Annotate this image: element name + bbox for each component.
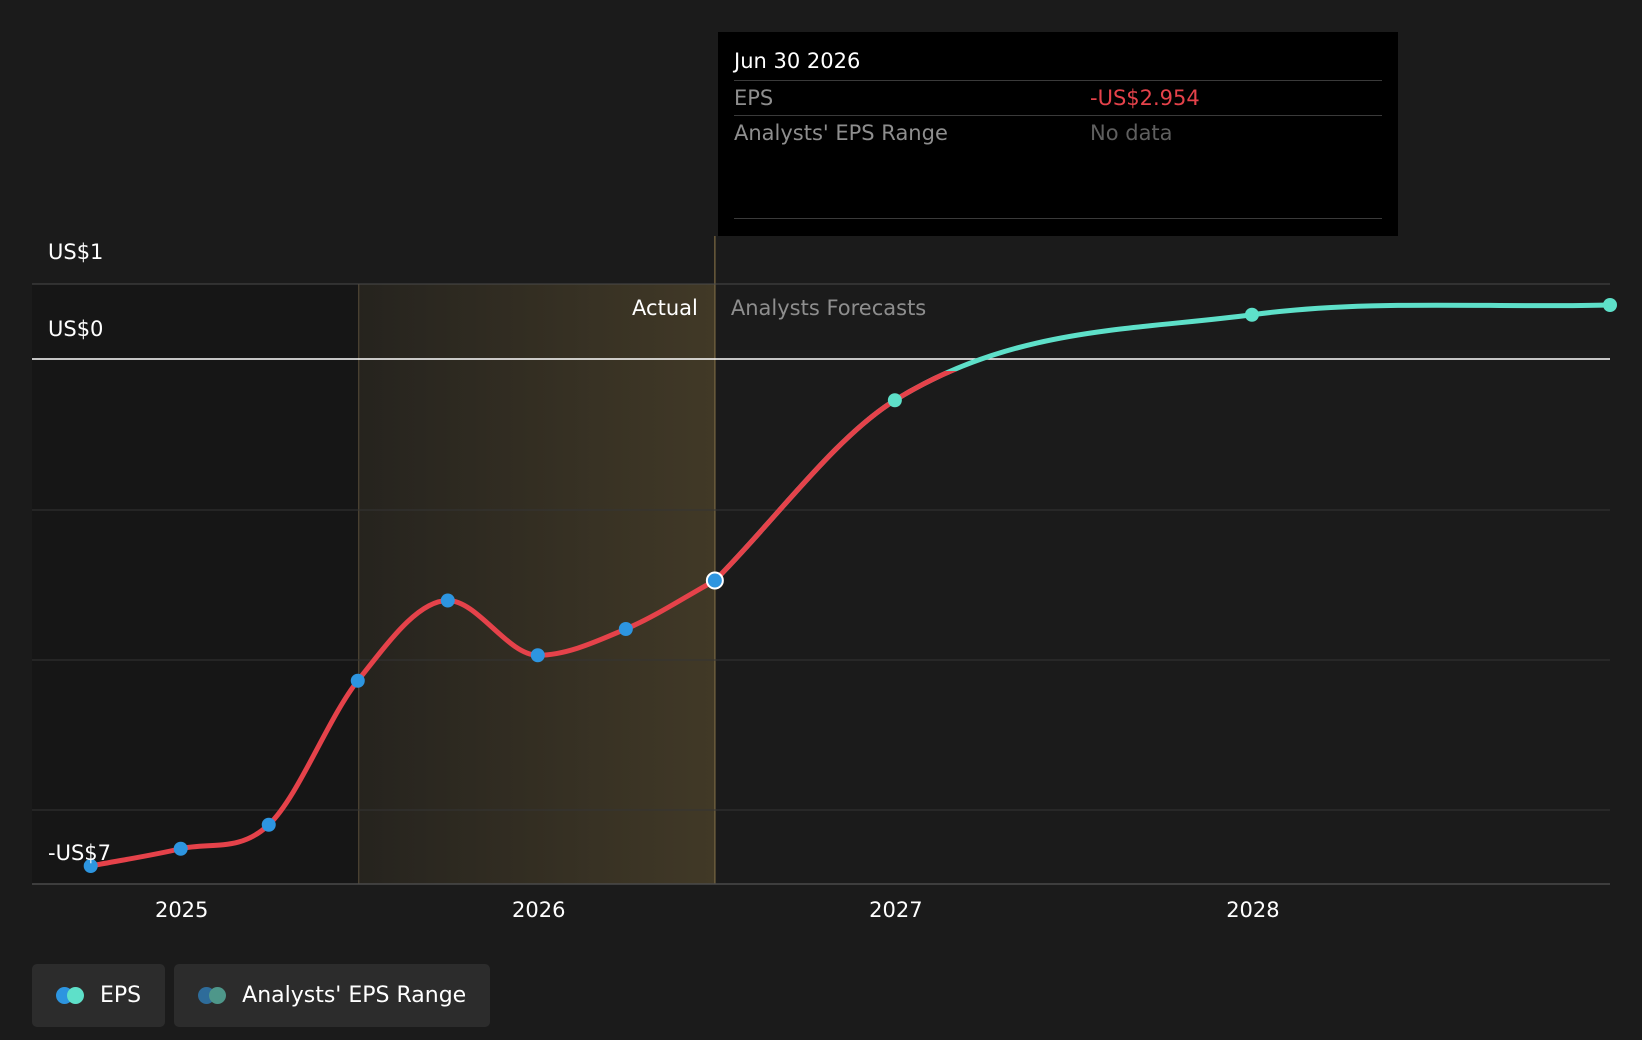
eps-legend-icon bbox=[56, 986, 86, 1005]
eps-highlight-point bbox=[705, 571, 724, 590]
legend-range-label: Analysts' EPS Range bbox=[242, 983, 467, 1008]
x-tick-label: 2027 bbox=[869, 898, 922, 922]
eps-actual-point bbox=[618, 622, 633, 636]
tooltip-range-value: No data bbox=[1090, 121, 1173, 145]
eps-forecast-line bbox=[712, 302, 1613, 584]
legend-eps-button[interactable]: EPS bbox=[32, 964, 166, 1027]
y-axis-label: -US$7 bbox=[48, 841, 111, 865]
x-tick-label: 2026 bbox=[512, 898, 565, 922]
tooltip-eps-row: EPS -US$2.954 bbox=[734, 81, 1382, 116]
y-axis-label: US$0 bbox=[48, 317, 103, 341]
eps-forecast-point bbox=[1603, 298, 1617, 312]
legend-eps-label: EPS bbox=[100, 983, 142, 1008]
eps-forecast-point bbox=[887, 393, 902, 408]
tooltip-range-row: Analysts' EPS Range No data bbox=[734, 116, 1382, 150]
tooltip-eps-value: -US$2.954 bbox=[1090, 86, 1200, 110]
legend: EPS Analysts' EPS Range bbox=[32, 964, 491, 1027]
actual-label: Actual bbox=[632, 296, 698, 320]
history-band bbox=[32, 284, 359, 884]
range-legend-icon bbox=[198, 986, 228, 1005]
y-axis-label: US$1 bbox=[48, 240, 103, 264]
forecast-label: Analysts Forecasts bbox=[731, 296, 926, 320]
legend-range-button[interactable]: Analysts' EPS Range bbox=[174, 964, 491, 1027]
tooltip-divider bbox=[734, 218, 1382, 219]
tooltip: Jun 30 2026 EPS -US$2.954 Analysts' EPS … bbox=[718, 32, 1398, 236]
actual-highlight-band bbox=[358, 284, 715, 884]
eps-actual-point bbox=[261, 817, 276, 832]
eps-forecast-point bbox=[1244, 307, 1259, 322]
eps-actual-point bbox=[440, 593, 455, 608]
tooltip-eps-label: EPS bbox=[734, 86, 774, 110]
eps-forecast-negative-line bbox=[712, 371, 958, 584]
x-tick-label: 2028 bbox=[1226, 898, 1279, 922]
eps-actual-point bbox=[173, 841, 188, 856]
tooltip-range-label: Analysts' EPS Range bbox=[734, 121, 948, 145]
eps-actual-point bbox=[350, 673, 365, 688]
x-tick-label: 2025 bbox=[155, 898, 208, 922]
tooltip-date: Jun 30 2026 bbox=[734, 46, 1382, 81]
eps-actual-point bbox=[530, 648, 545, 663]
